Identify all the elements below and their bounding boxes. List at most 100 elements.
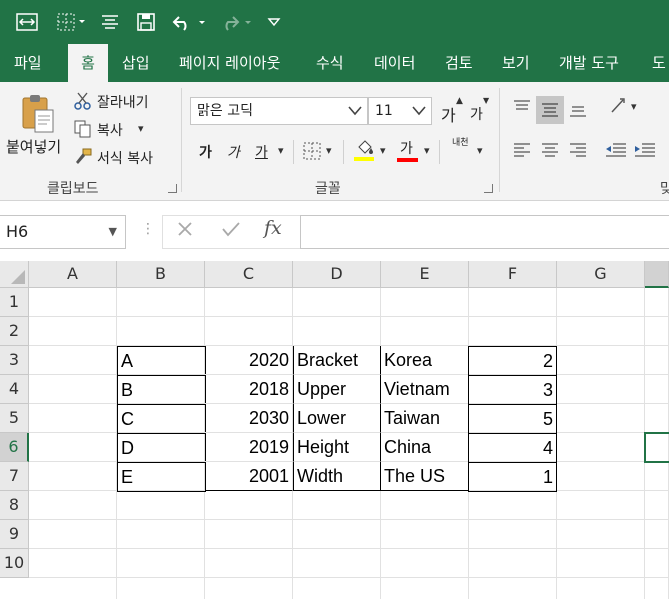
grid-cell[interactable]	[205, 578, 293, 599]
cell-c7[interactable]: 2001	[205, 462, 293, 491]
grid-cell[interactable]	[469, 549, 557, 578]
column-header-e[interactable]: E	[381, 261, 469, 288]
grid-cell[interactable]	[29, 375, 117, 404]
grid-cell[interactable]	[381, 520, 469, 549]
borders-dropdown-icon[interactable]: ▾	[326, 144, 332, 157]
align-center-text-icon[interactable]	[541, 142, 559, 162]
grid-cell[interactable]	[645, 491, 669, 520]
grid-cell[interactable]	[645, 288, 669, 317]
phonetic-dropdown-icon[interactable]: ▾	[477, 144, 483, 157]
cell-e7[interactable]: The US	[381, 462, 469, 491]
grid-cell[interactable]	[645, 375, 669, 404]
tab-formulas[interactable]: 수식	[312, 44, 348, 82]
grid-cell[interactable]	[205, 317, 293, 346]
grid-cell[interactable]	[557, 317, 645, 346]
cell-d7[interactable]: Width	[293, 462, 381, 491]
grid-cell[interactable]	[381, 317, 469, 346]
cell-c5[interactable]: 2030	[205, 404, 293, 433]
undo-icon[interactable]	[170, 10, 210, 34]
column-header-c[interactable]: C	[205, 261, 293, 288]
tab-data[interactable]: 데이터	[370, 44, 419, 82]
grid-cell[interactable]	[29, 578, 117, 599]
align-top-icon[interactable]	[513, 100, 531, 118]
grid-cell[interactable]	[293, 520, 381, 549]
font-color-button[interactable]: 가	[400, 138, 413, 158]
copy-icon[interactable]	[74, 120, 92, 142]
align-middle-button[interactable]	[536, 96, 564, 124]
clipboard-launcher-icon[interactable]	[168, 184, 177, 193]
shrink-font-button[interactable]: 가	[470, 104, 483, 124]
more-options-icon[interactable]: ⋮	[141, 221, 155, 237]
cell-d5[interactable]: Lower	[293, 404, 381, 433]
align-left-icon[interactable]	[513, 142, 531, 162]
cell-b3[interactable]: A	[117, 346, 206, 376]
column-header-b[interactable]: B	[117, 261, 205, 288]
grid-cell[interactable]	[29, 462, 117, 491]
tab-developer[interactable]: 개발 도구	[555, 44, 623, 82]
fill-color-icon[interactable]	[354, 138, 376, 166]
grid-cell[interactable]	[557, 578, 645, 599]
grid-cell[interactable]	[557, 549, 645, 578]
tab-file[interactable]: 파일	[10, 44, 46, 82]
formula-input[interactable]	[300, 215, 669, 249]
grid-cell[interactable]	[205, 520, 293, 549]
grid-cell[interactable]	[645, 404, 669, 433]
column-header-a[interactable]: A	[29, 261, 117, 288]
cell-d4[interactable]: Upper	[293, 375, 381, 404]
row-header-10[interactable]: 10	[0, 549, 29, 578]
tab-home[interactable]: 홈	[68, 44, 108, 82]
cell-b6[interactable]: D	[117, 433, 206, 463]
fill-color-dropdown-icon[interactable]: ▾	[380, 144, 386, 157]
copy-dropdown-icon[interactable]: ▾	[138, 122, 144, 135]
row-header-6[interactable]: 6	[0, 433, 29, 462]
cell-e3[interactable]: Korea	[381, 346, 469, 375]
column-header-f[interactable]: F	[469, 261, 557, 288]
borders-icon[interactable]	[54, 10, 90, 34]
grid-cell[interactable]	[469, 520, 557, 549]
grid-cell[interactable]	[469, 317, 557, 346]
row-header-7[interactable]: 7	[0, 462, 29, 491]
grid-cell[interactable]	[557, 404, 645, 433]
customize-qat-icon[interactable]	[264, 10, 284, 34]
tab-page-layout[interactable]: 페이지 레이아웃	[175, 44, 284, 82]
copy-button[interactable]: 복사	[97, 120, 123, 140]
cell-e6[interactable]: China	[381, 433, 469, 462]
row-header-1[interactable]: 1	[0, 288, 29, 317]
grid-cell[interactable]	[293, 549, 381, 578]
enter-icon[interactable]	[221, 219, 241, 243]
paste-icon[interactable]	[20, 92, 58, 138]
bold-button[interactable]: 가	[199, 142, 212, 162]
grid-cell[interactable]	[645, 317, 669, 346]
grid-cell[interactable]	[469, 578, 557, 599]
grid-cell[interactable]	[557, 491, 645, 520]
grid-cell[interactable]	[645, 549, 669, 578]
paste-button[interactable]: 붙여넣기	[6, 136, 61, 157]
cancel-icon[interactable]	[176, 219, 194, 243]
grid-cell[interactable]	[645, 578, 669, 599]
underline-button[interactable]: 가	[255, 142, 268, 162]
grid-cell[interactable]	[29, 288, 117, 317]
grid-cell[interactable]	[117, 549, 205, 578]
cut-button[interactable]: 잘라내기	[97, 92, 149, 112]
align-bottom-icon[interactable]	[569, 102, 587, 122]
cell-f5[interactable]: 5	[468, 404, 557, 434]
italic-button[interactable]: 가	[227, 142, 240, 162]
grid-cell[interactable]	[557, 462, 645, 491]
font-color-dropdown-icon[interactable]: ▾	[424, 144, 430, 157]
grid-cell[interactable]	[645, 520, 669, 549]
grid-cell[interactable]	[381, 578, 469, 599]
save-icon[interactable]	[134, 10, 158, 34]
grid-cell[interactable]	[117, 520, 205, 549]
tab-partial[interactable]: 도	[648, 44, 669, 82]
cell-b7[interactable]: E	[117, 462, 206, 492]
cell-d6[interactable]: Height	[293, 433, 381, 462]
redo-icon[interactable]	[216, 10, 256, 34]
row-header-8[interactable]: 8	[0, 491, 29, 520]
name-box[interactable]: H6 ▼	[0, 215, 126, 249]
grid-cell[interactable]	[557, 520, 645, 549]
grid-cell[interactable]	[293, 578, 381, 599]
column-header-d[interactable]: D	[293, 261, 381, 288]
grid-cell[interactable]	[29, 346, 117, 375]
tab-view[interactable]: 보기	[498, 44, 534, 82]
grid-cell[interactable]	[205, 491, 293, 520]
